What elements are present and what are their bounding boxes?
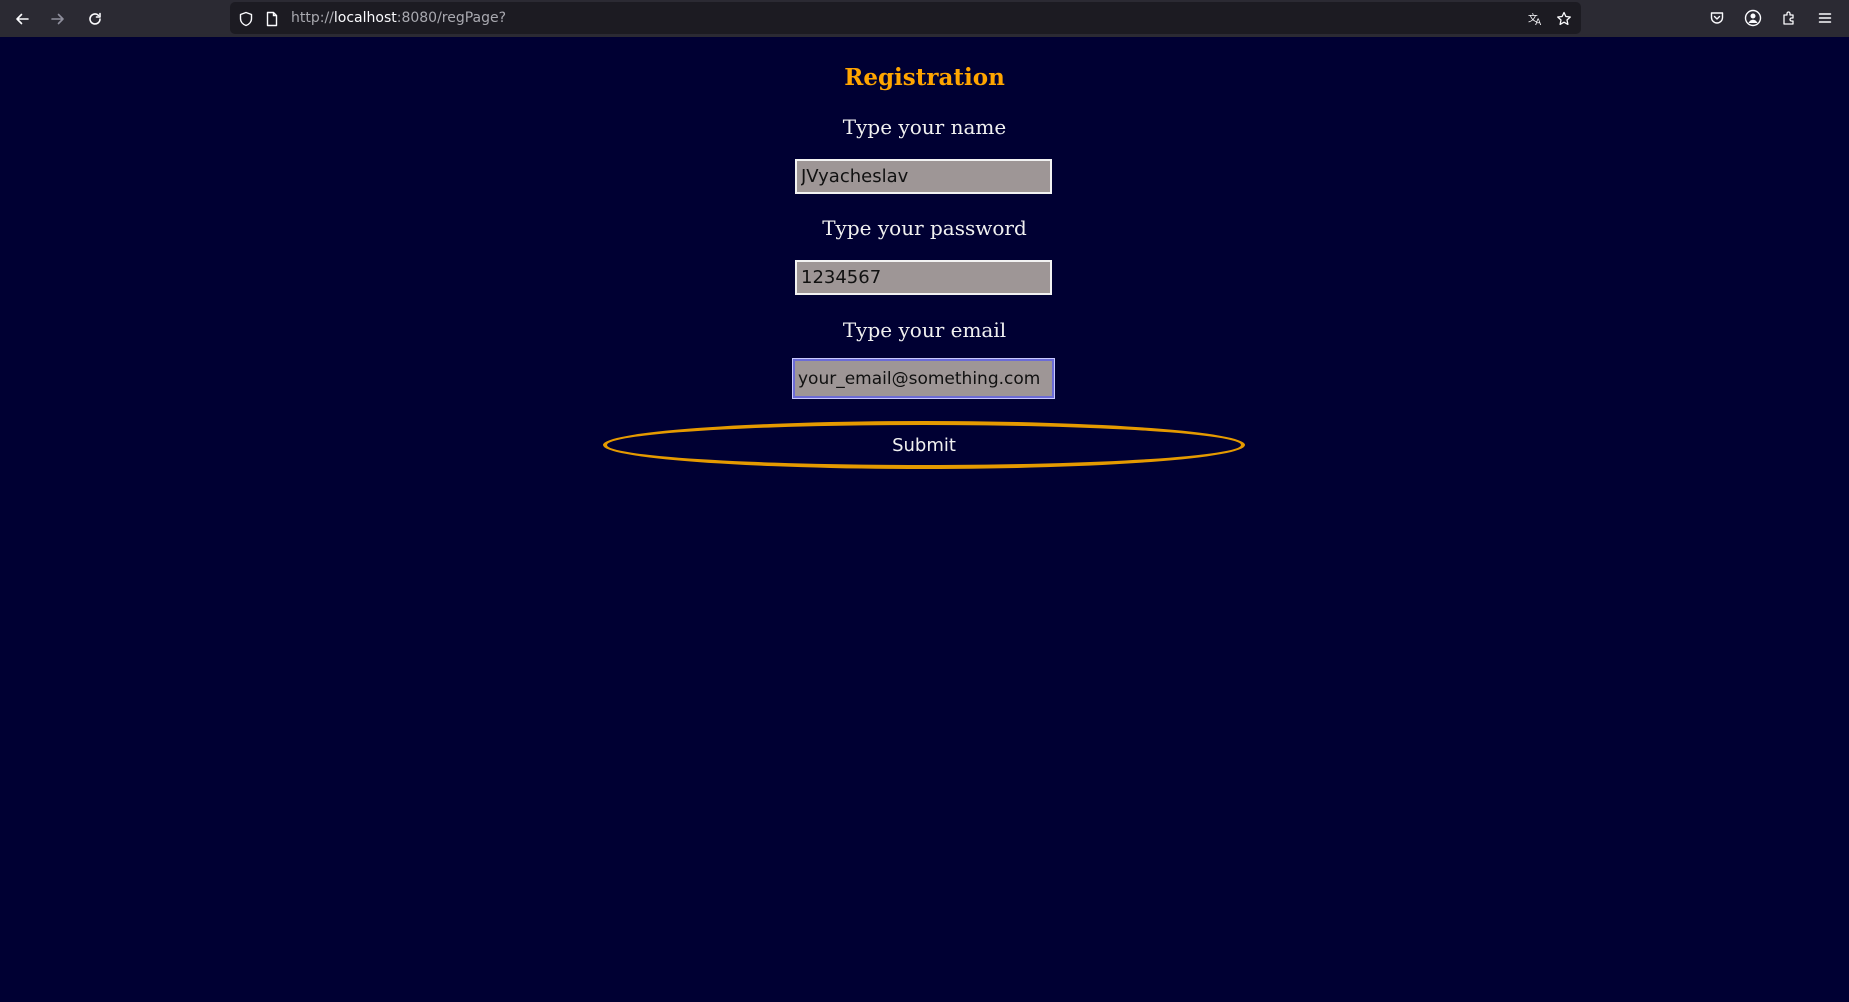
- arrow-left-icon: [16, 13, 29, 25]
- extensions-icon[interactable]: [1780, 9, 1798, 27]
- password-label: Type your password: [822, 216, 1027, 240]
- url-text[interactable]: http://localhost:8080/regPage?: [291, 2, 506, 34]
- password-input[interactable]: [795, 260, 1052, 295]
- pocket-icon[interactable]: [1708, 9, 1726, 27]
- reload-button[interactable]: [82, 6, 108, 32]
- arrow-right-icon: [51, 13, 64, 25]
- forward-button[interactable]: [45, 6, 71, 32]
- browser-toolbar: http://localhost:8080/regPage? 文 A: [0, 0, 1849, 37]
- account-icon[interactable]: [1744, 9, 1762, 27]
- reload-icon: [89, 12, 101, 25]
- translate-icon[interactable]: 文 A: [1528, 11, 1544, 27]
- page-icon[interactable]: [264, 11, 280, 27]
- shield-icon[interactable]: [238, 11, 254, 27]
- registration-page: Registration Type your name Type your pa…: [0, 37, 1849, 1002]
- star-icon[interactable]: [1556, 11, 1572, 27]
- name-input[interactable]: [795, 159, 1052, 194]
- submit-button[interactable]: Submit: [603, 421, 1245, 469]
- url-scheme: http://: [291, 10, 334, 26]
- hamburger-menu-icon[interactable]: [1816, 9, 1834, 27]
- url-bar[interactable]: http://localhost:8080/regPage? 文 A: [230, 2, 1581, 34]
- name-label: Type your name: [842, 115, 1007, 139]
- email-input[interactable]: [793, 359, 1054, 398]
- back-button[interactable]: [9, 6, 35, 32]
- url-host: localhost: [333, 10, 397, 26]
- svg-text:A: A: [1535, 18, 1541, 27]
- url-path: :8080/regPage?: [396, 10, 507, 26]
- page-title: Registration: [844, 64, 1005, 91]
- email-label: Type your email: [842, 318, 1007, 342]
